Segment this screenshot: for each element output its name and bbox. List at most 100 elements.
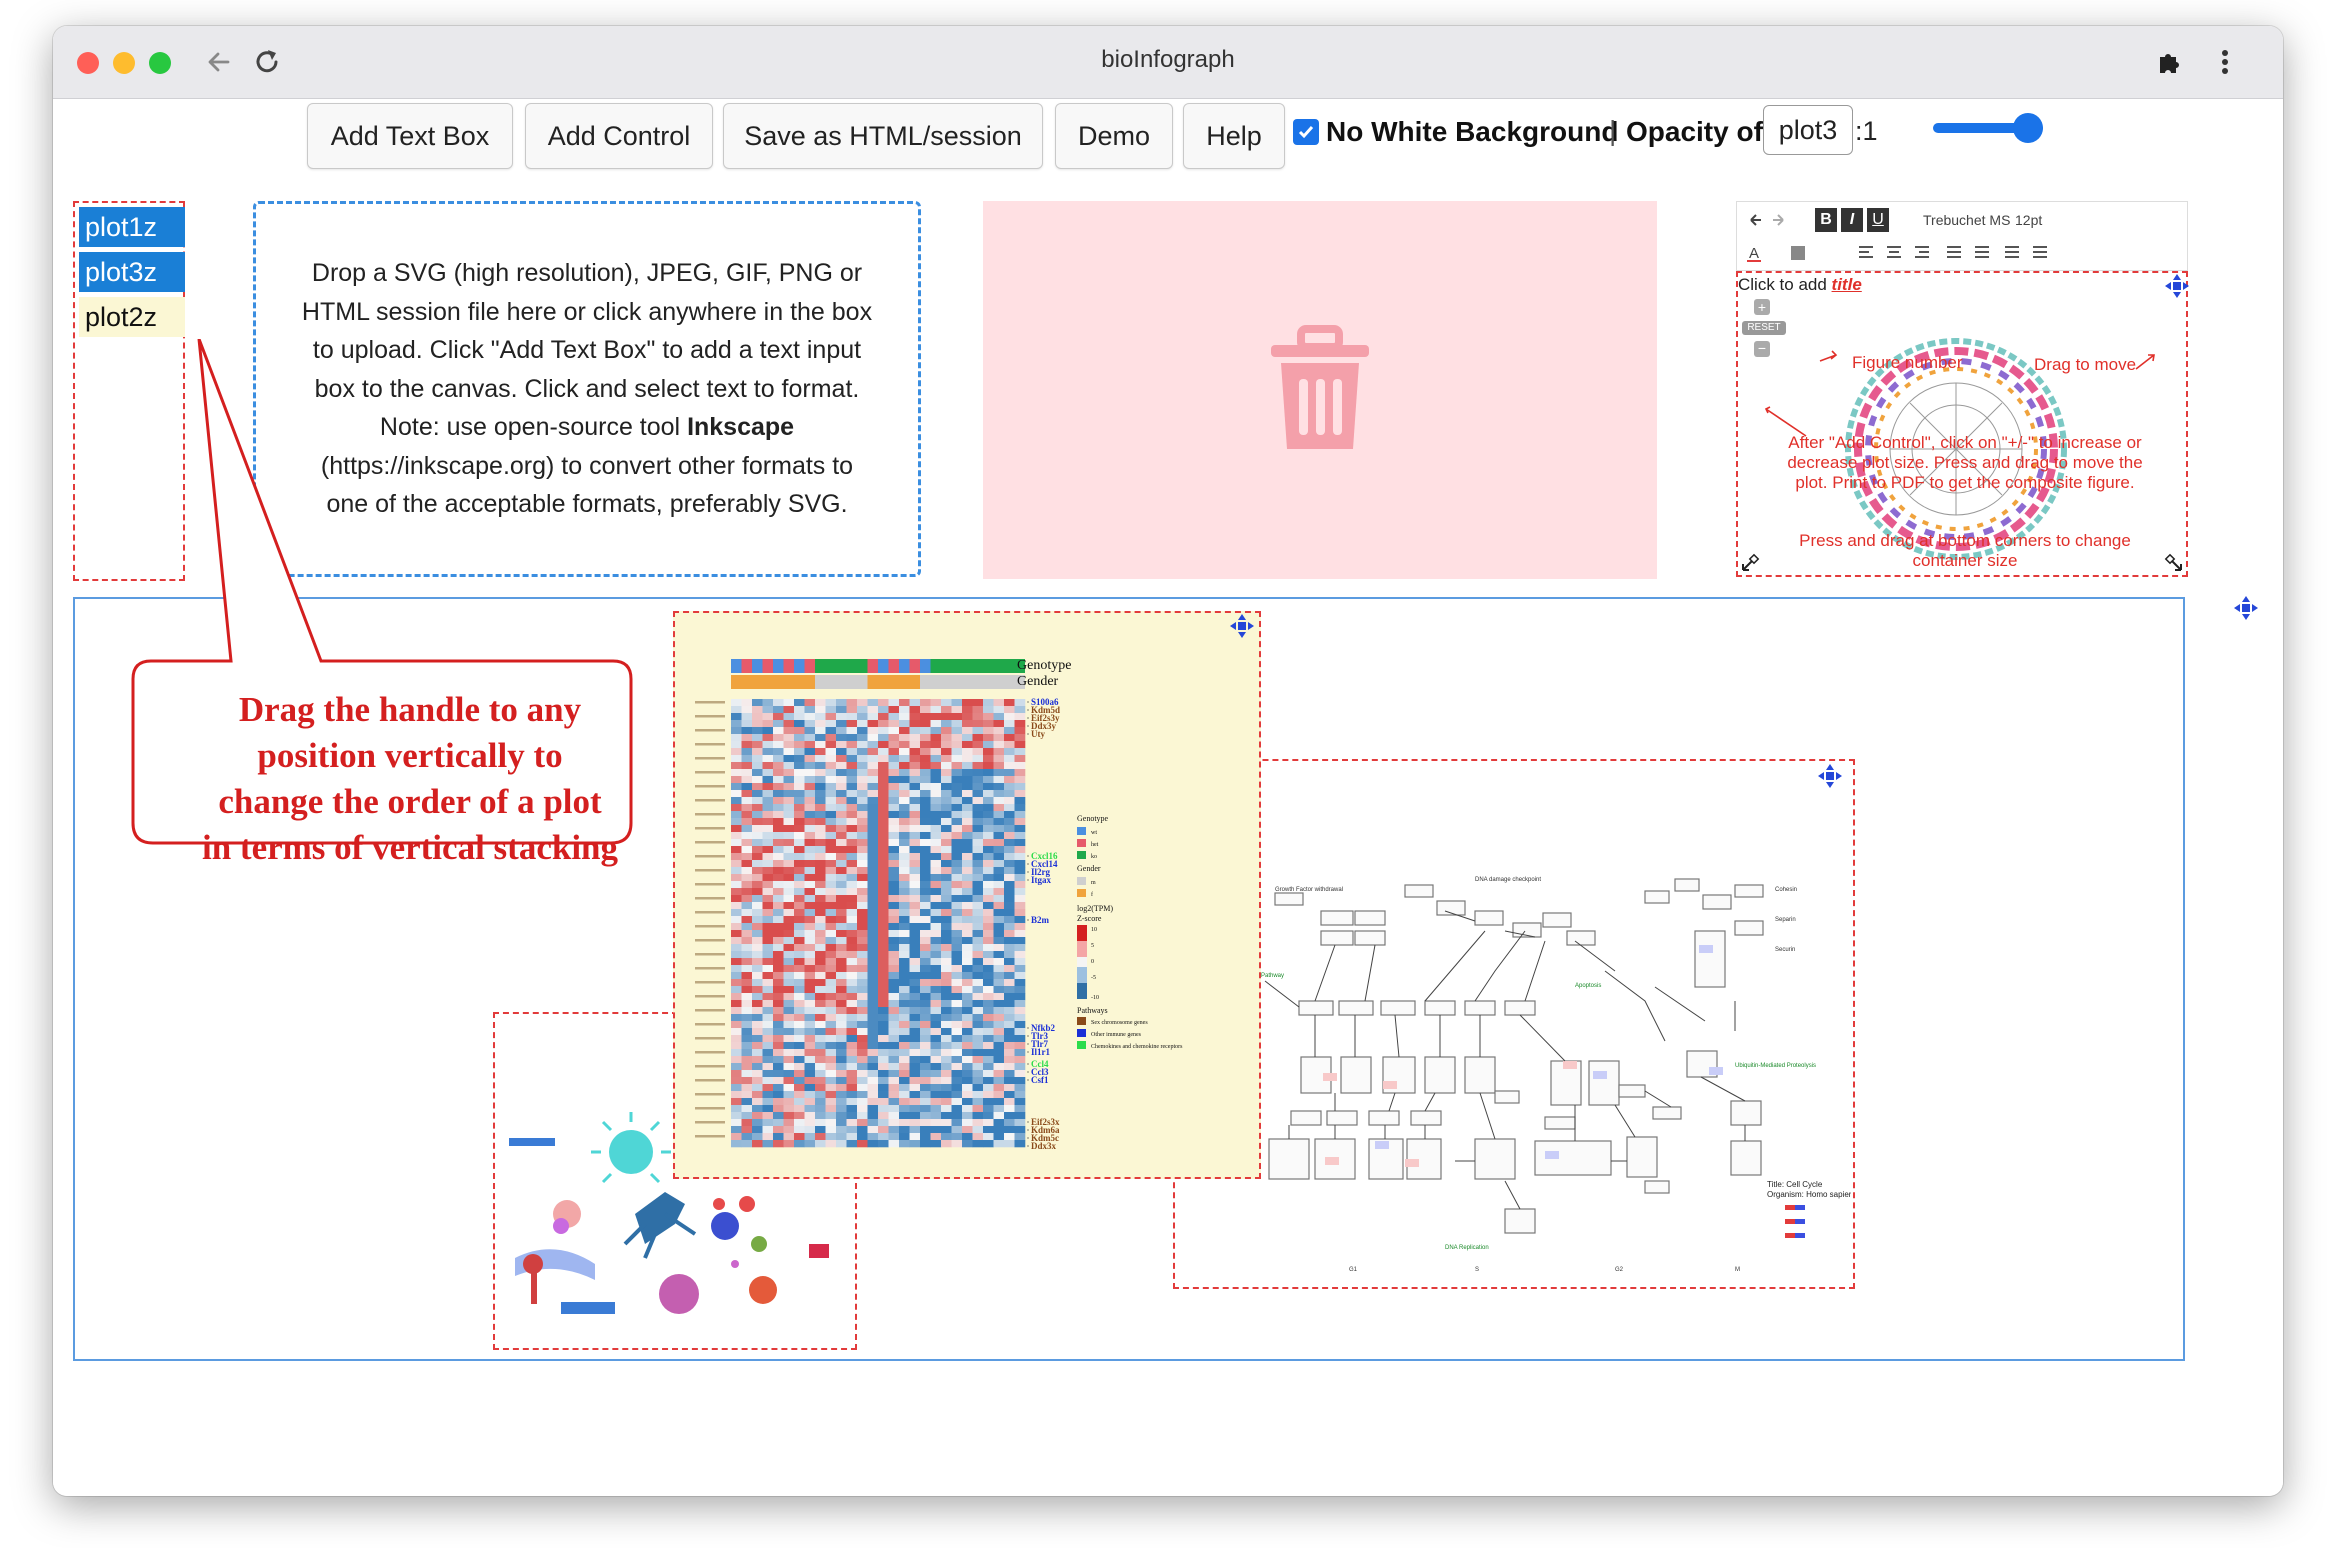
- heatmap-cell: [962, 1140, 973, 1148]
- opacity-plot-input[interactable]: plot3: [1763, 105, 1853, 155]
- heatmap-cell: [972, 1077, 984, 1085]
- heatmap-cell: [857, 874, 868, 882]
- heatmap-cell: [951, 993, 963, 1001]
- heatmap-cell: [983, 1098, 994, 1106]
- heatmap-cell: [920, 986, 931, 994]
- heatmap-cell: [878, 797, 889, 805]
- heatmap-cell: [836, 1063, 847, 1071]
- plot-list-item[interactable]: plot3z: [79, 252, 185, 292]
- heatmap-cell: [983, 797, 994, 805]
- heatmap-cell: [857, 916, 868, 924]
- opacity-slider-thumb[interactable]: [2013, 113, 2043, 143]
- add-control-button[interactable]: Add Control: [525, 103, 713, 169]
- heatmap-cell: [962, 741, 973, 749]
- heatmap-cell: [962, 916, 973, 924]
- heatmap-cell: [867, 783, 879, 791]
- no-white-background-checkbox[interactable]: [1293, 119, 1319, 145]
- heatmap-cell: [878, 699, 889, 707]
- heatmap-cell: [920, 874, 931, 882]
- heatmap-cell: [836, 846, 847, 854]
- heatmap-cell: [941, 797, 952, 805]
- heatmap-cell: [1004, 825, 1015, 833]
- heatmap-cell: [731, 1028, 742, 1036]
- heatmap-cell: [857, 720, 868, 728]
- font-size-select[interactable]: 12pt: [2015, 212, 2042, 228]
- heatmap-cell: [815, 1049, 826, 1057]
- alignment-list-icons[interactable]: A: [1747, 242, 2107, 262]
- heatmap-cell: [741, 1077, 753, 1085]
- plot3-container[interactable]: Genotype Gender S100a6 Kdm5d Eif2s3y Ddx3y U…: [673, 611, 1261, 1179]
- heatmap-cell: [930, 1049, 942, 1057]
- heatmap-cell: [878, 1070, 889, 1078]
- demo-button[interactable]: Demo: [1055, 103, 1173, 169]
- plot1-move-handle-icon[interactable]: [1817, 763, 1843, 789]
- heatmap-gender-cell: [878, 675, 889, 689]
- heatmap-cell: [783, 951, 795, 959]
- heatmap-cell: [825, 1063, 837, 1071]
- plot1-container[interactable]: Growth Factor withdrawal DNA damage chec…: [1173, 759, 1857, 1289]
- heatmap-cell: [836, 832, 847, 840]
- heatmap-cell: [1014, 769, 1026, 777]
- figure-title-prompt[interactable]: Click to add title: [1738, 275, 1862, 295]
- heatmap-cell: [762, 783, 774, 791]
- heatmap-cell: [972, 811, 984, 819]
- plot-list-item[interactable]: plot2z: [79, 297, 185, 337]
- italic-format-icon[interactable]: I: [1841, 208, 1863, 232]
- plot3-move-handle-icon[interactable]: [1229, 613, 1255, 639]
- underline-format-icon[interactable]: U: [1867, 208, 1889, 232]
- heatmap-cell: [941, 1014, 952, 1022]
- pathway-m-label: M: [1735, 1267, 1740, 1273]
- resize-corner-left-icon[interactable]: [1740, 553, 1760, 573]
- heatmap-cell: [815, 1056, 826, 1064]
- heatmap-cell: [1004, 986, 1015, 994]
- resize-corner-right-icon[interactable]: [2164, 553, 2184, 573]
- heatmap-cell: [1014, 1070, 1026, 1078]
- plot-list-item[interactable]: plot1z: [79, 207, 185, 247]
- title-link[interactable]: title: [1832, 275, 1862, 294]
- canvas-move-handle-icon[interactable]: [2233, 595, 2259, 621]
- move-handle-icon[interactable]: [2164, 273, 2190, 299]
- heatmap-cell: [825, 944, 837, 952]
- heatmap-cell: [783, 818, 795, 826]
- heatmap-cell: [794, 762, 805, 770]
- heatmap-cell: [993, 818, 1005, 826]
- menu-kebab-icon[interactable]: [2203, 40, 2247, 84]
- heatmap-cell: [899, 1084, 910, 1092]
- heatmap-cell: [993, 734, 1005, 742]
- bold-format-icon[interactable]: B: [1815, 208, 1837, 232]
- heatmap-cell: [1004, 1091, 1015, 1099]
- heatmap-cell: [867, 804, 879, 812]
- help-button[interactable]: Help: [1183, 103, 1285, 169]
- heatmap-cell: [909, 1042, 921, 1050]
- heatmap-cell: [804, 776, 816, 784]
- trash-drop-area[interactable]: [983, 201, 1657, 579]
- heatmap-plot: Genotype Gender S100a6Kdm5dEif2s3yDdx3yU…: [695, 658, 1183, 1151]
- heatmap-cell: [888, 748, 900, 756]
- heatmap-cell: [1014, 944, 1026, 952]
- heatmap-cell: [836, 755, 847, 763]
- heatmap-cell: [962, 993, 973, 1001]
- extensions-puzzle-icon[interactable]: [2147, 40, 2191, 84]
- add-text-box-button[interactable]: Add Text Box: [307, 103, 513, 169]
- heatmap-cell: [993, 1098, 1005, 1106]
- heatmap-cell: [773, 769, 784, 777]
- save-session-button[interactable]: Save as HTML/session: [723, 103, 1043, 169]
- heatmap-cell: [825, 993, 837, 1001]
- heatmap-cell: [1014, 902, 1026, 910]
- heatmap-cell: [972, 1021, 984, 1029]
- instruction-line: plot. Print to PDF to get the composite …: [1795, 473, 2135, 492]
- heatmap-cell: [920, 818, 931, 826]
- heatmap-cell: [825, 916, 837, 924]
- heatmap-cell: [825, 734, 837, 742]
- undo-redo-icon[interactable]: [1747, 212, 1787, 228]
- heatmap-cell: [972, 699, 984, 707]
- heatmap-cell: [857, 741, 868, 749]
- heatmap-cell: [815, 818, 826, 826]
- heatmap-cell: [752, 720, 763, 728]
- heatmap-cell: [941, 741, 952, 749]
- heatmap-cell: [815, 1035, 826, 1043]
- font-family-select[interactable]: Trebuchet MS: [1923, 212, 2010, 228]
- heatmap-genotype-cell: [983, 659, 994, 673]
- heatmap-cell: [825, 748, 837, 756]
- heatmap-cell: [1004, 909, 1015, 917]
